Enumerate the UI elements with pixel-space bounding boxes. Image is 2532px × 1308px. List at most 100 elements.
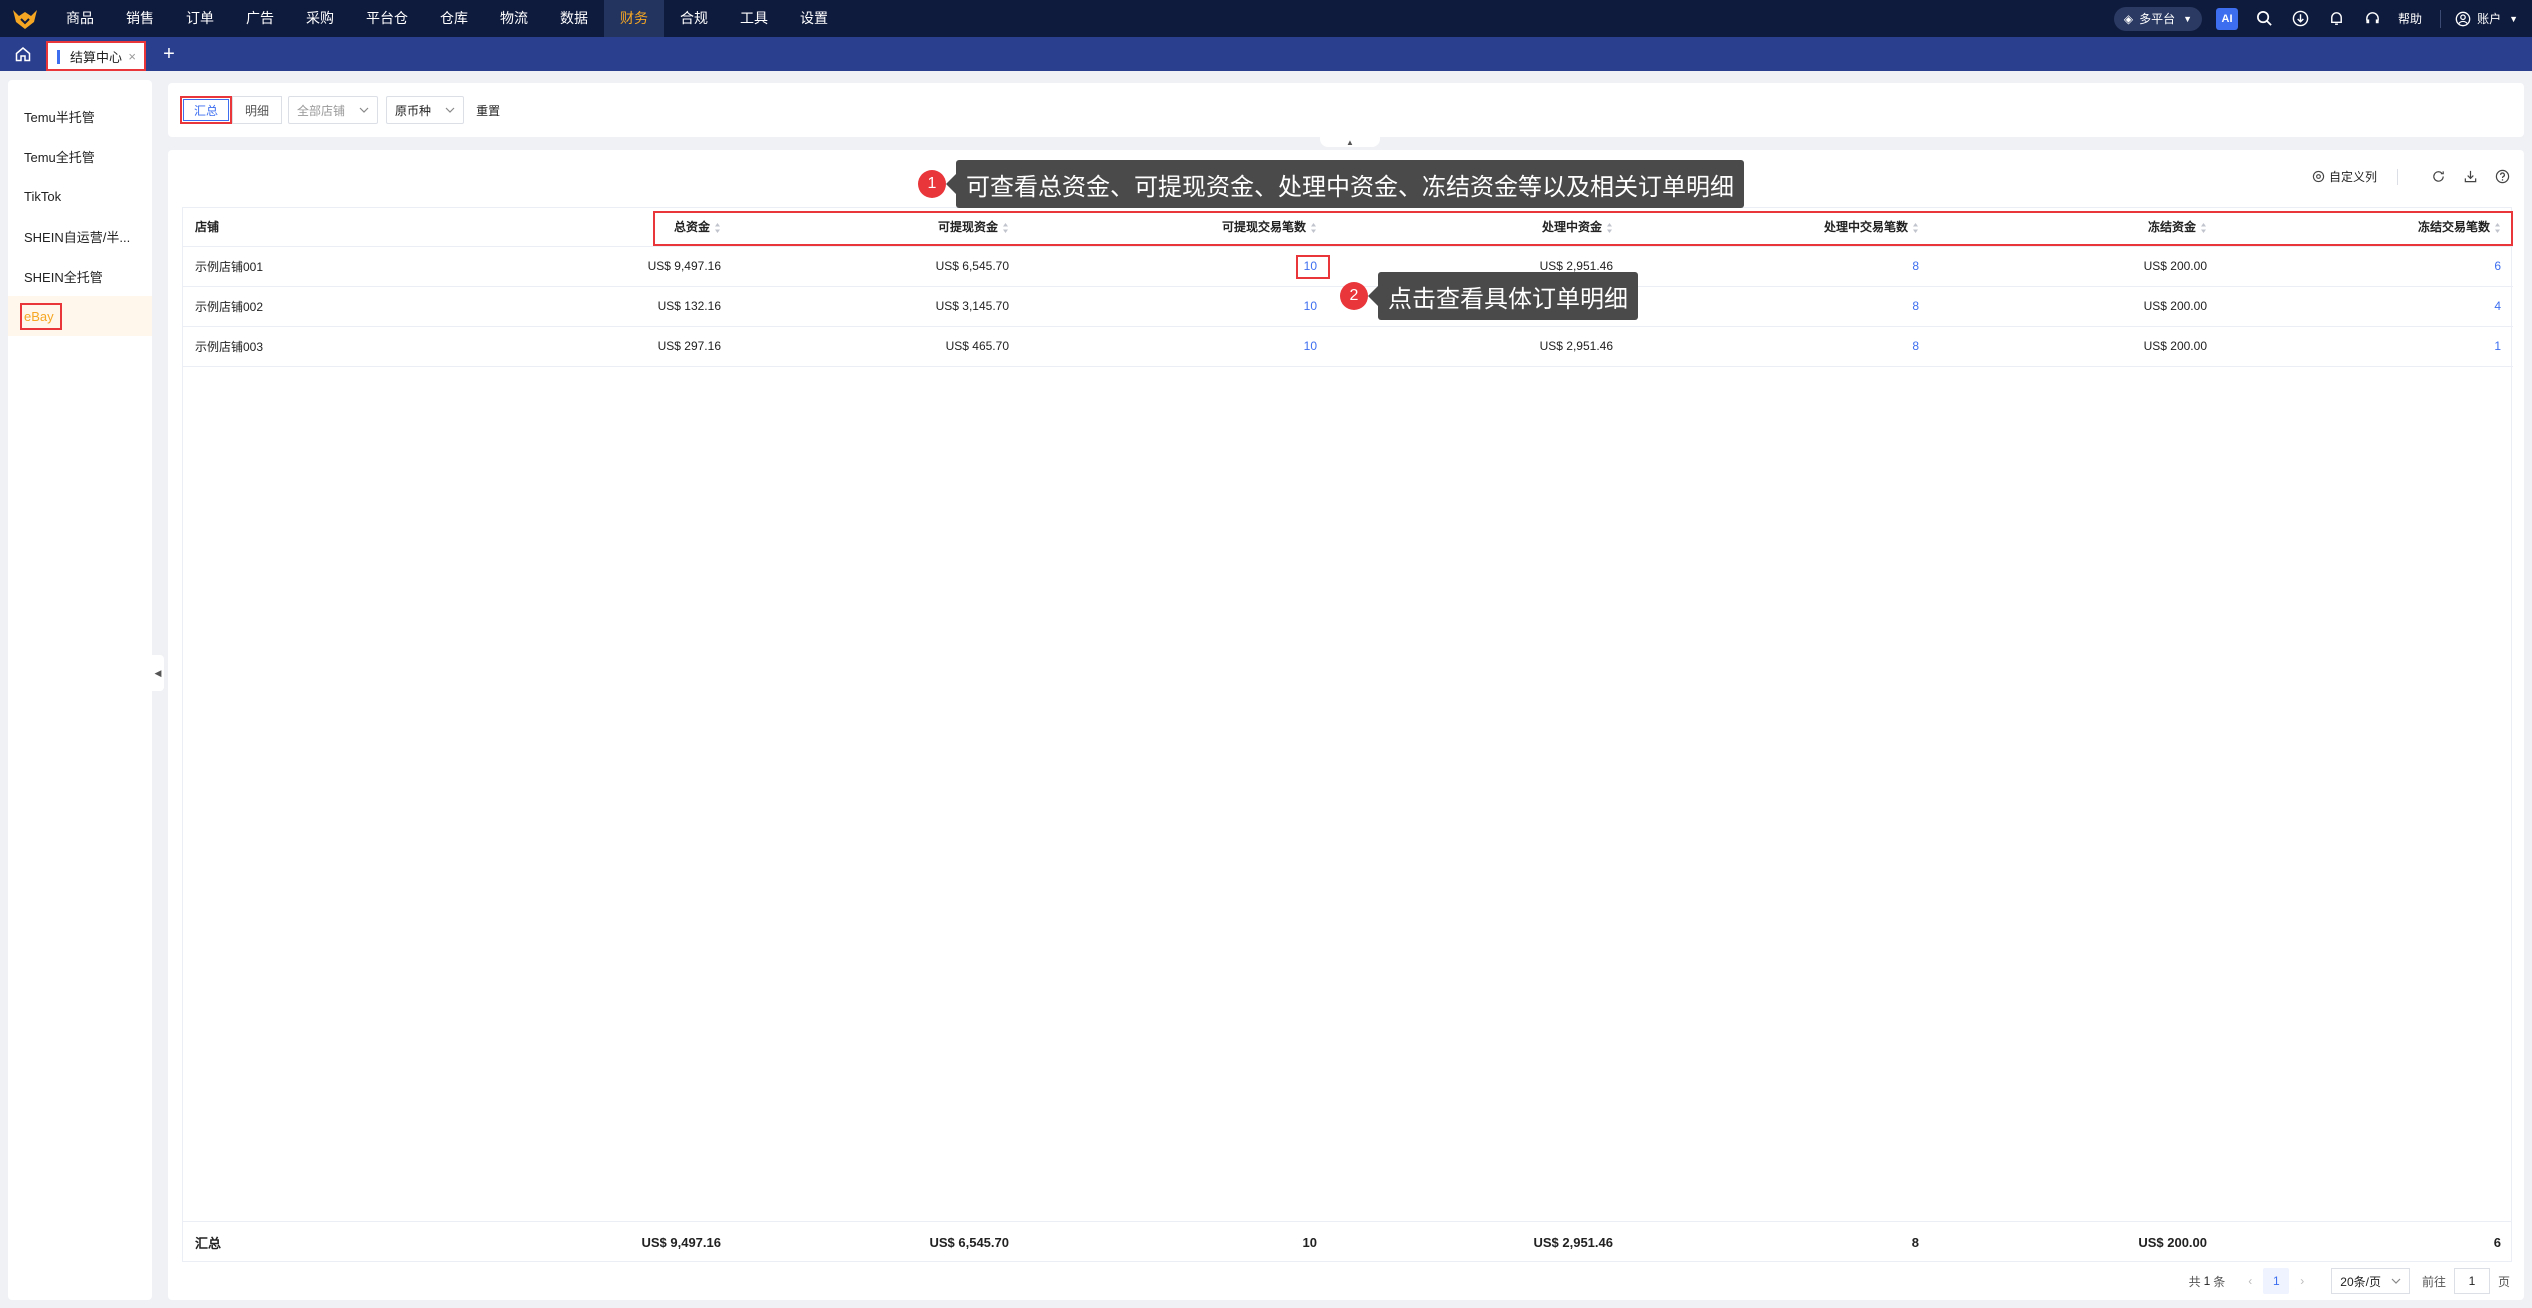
column-header-label: 可提现交易笔数: [1221, 220, 1306, 235]
summary-view-button[interactable]: 汇总: [180, 96, 233, 124]
table-cell: 示例店铺003: [183, 326, 433, 367]
table-toolbar: 自定义列: [2312, 168, 2510, 185]
sidebar-item[interactable]: SHEIN自运营/半...: [8, 216, 152, 256]
caret-down-icon: ▼: [2509, 13, 2518, 24]
transaction-count-link[interactable]: 10: [1021, 246, 1329, 287]
nav-item[interactable]: 工具: [724, 0, 784, 37]
transaction-count-link[interactable]: 8: [1625, 286, 1931, 327]
sidebar-collapse-handle[interactable]: ◀: [152, 655, 164, 691]
transaction-count-link[interactable]: 1: [2219, 326, 2513, 367]
close-icon[interactable]: ×: [128, 49, 136, 64]
home-tab[interactable]: [0, 37, 46, 71]
column-header[interactable]: 总资金: [433, 208, 733, 247]
help-link[interactable]: 帮助: [2398, 10, 2422, 27]
nav-item[interactable]: 商品: [50, 0, 110, 37]
sidebar-item-label: TikTok: [24, 188, 62, 204]
table-cell: 示例店铺002: [183, 286, 433, 327]
nav-item[interactable]: 数据: [544, 0, 604, 37]
sidebar-item[interactable]: eBay: [8, 296, 152, 336]
refresh-icon[interactable]: [2430, 169, 2446, 185]
nav-item[interactable]: 广告: [230, 0, 290, 37]
custom-columns-button[interactable]: 自定义列: [2312, 168, 2377, 185]
currency-select-value: 原币种: [395, 103, 432, 118]
sort-icon[interactable]: [1002, 222, 1009, 234]
transaction-count-link[interactable]: 8: [1625, 326, 1931, 367]
chevron-down-icon: [359, 107, 369, 113]
sidebar-item[interactable]: SHEIN全托管: [8, 256, 152, 296]
nav-item[interactable]: 财务: [604, 0, 664, 37]
sidebar-item-label: eBay: [20, 302, 62, 330]
sort-icon[interactable]: [2494, 222, 2501, 234]
page-size-select[interactable]: 20条/页: [2331, 1268, 2410, 1294]
sort-icon[interactable]: [1912, 222, 1919, 234]
goto-page-input[interactable]: 1: [2453, 1268, 2490, 1294]
column-header[interactable]: 处理中资金: [1329, 208, 1625, 247]
transaction-count-link[interactable]: 4: [2219, 286, 2513, 327]
transaction-count-link[interactable]: 6: [2219, 246, 2513, 287]
sidebar-item[interactable]: TikTok: [8, 176, 152, 216]
callout-1: 1 可查看总资金、可提现资金、处理中资金、冻结资金等以及相关订单明细: [918, 160, 1744, 208]
table-cell: US$ 6,545.70: [733, 246, 1021, 287]
ai-assistant-button[interactable]: AI: [2216, 7, 2239, 30]
sort-icon[interactable]: [2200, 222, 2207, 234]
column-header-label: 可提现资金: [937, 220, 998, 235]
table-cell: 示例店铺001: [183, 246, 433, 287]
column-header[interactable]: 可提现交易笔数: [1021, 208, 1329, 247]
total-count: 1: [2203, 1274, 2211, 1288]
transaction-count-link[interactable]: 10: [1021, 286, 1329, 327]
column-header[interactable]: 可提现资金: [733, 208, 1021, 247]
next-page-icon[interactable]: ›: [2289, 1268, 2315, 1294]
column-header[interactable]: 冻结资金: [1931, 208, 2219, 247]
table-cell: US$ 9,497.16: [433, 246, 733, 287]
transaction-count-link[interactable]: 8: [1625, 246, 1931, 287]
sort-icon[interactable]: [1606, 222, 1613, 234]
nav-item[interactable]: 合规: [664, 0, 724, 37]
column-header[interactable]: 处理中交易笔数: [1625, 208, 1931, 247]
sidebar-item-label: SHEIN全托管: [24, 269, 103, 285]
help-icon[interactable]: [2494, 169, 2510, 185]
pagination: 共 1 条 ‹ 1 › 20条/页 前往 1 页: [2189, 1266, 2510, 1296]
sort-icon[interactable]: [1310, 222, 1317, 234]
caret-up-icon: ▲: [1346, 137, 1354, 147]
column-header[interactable]: 冻结交易笔数: [2219, 208, 2513, 247]
platform-switch-button[interactable]: ◈ 多平台 ▼: [2113, 6, 2203, 31]
download-circle-icon[interactable]: [2290, 9, 2310, 29]
nav-item[interactable]: 设置: [784, 0, 844, 37]
store-select[interactable]: 全部店铺: [288, 96, 379, 124]
sidebar-item[interactable]: Temu全托管: [8, 136, 152, 176]
sidebar-item-label: SHEIN自运营/半...: [24, 229, 131, 245]
nav-item[interactable]: 平台仓: [350, 0, 424, 37]
logo-icon[interactable]: [0, 0, 50, 37]
page-number[interactable]: 1: [2263, 1268, 2290, 1294]
bell-icon[interactable]: [2326, 9, 2346, 29]
headset-icon[interactable]: [2362, 9, 2382, 29]
summary-cell: US$ 9,497.16: [641, 1234, 721, 1250]
export-download-icon[interactable]: [2462, 169, 2478, 185]
add-tab-button[interactable]: +: [146, 37, 192, 71]
nav-item[interactable]: 订单: [170, 0, 230, 37]
nav-item[interactable]: 仓库: [424, 0, 484, 37]
nav-item[interactable]: 物流: [484, 0, 544, 37]
reset-button[interactable]: 重置: [476, 102, 500, 119]
nav-item[interactable]: 销售: [110, 0, 170, 37]
sidebar-item-label: Temu全托管: [24, 149, 95, 165]
table-row: 示例店铺003 US$ 297.16 US$ 465.70 10 US$ 2,951.4…: [183, 326, 2513, 367]
sidebar-item[interactable]: Temu半托管: [8, 96, 152, 136]
search-icon[interactable]: [2254, 9, 2274, 29]
transaction-count-link[interactable]: 10: [1021, 326, 1329, 367]
sort-icon[interactable]: [714, 222, 721, 234]
detail-view-button[interactable]: 明细: [232, 96, 283, 124]
currency-select[interactable]: 原币种: [386, 96, 465, 124]
table-cell: US$ 2,951.46: [1329, 326, 1625, 367]
main-menu: 商品 销售 订单 广告 采购 平台仓 仓库 物流 数据 财务 合规 工具 设置: [50, 0, 844, 37]
tab-settlement-center[interactable]: 结算中心 ×: [46, 41, 146, 71]
nav-item[interactable]: 采购: [290, 0, 350, 37]
table-cell: US$ 3,145.70: [733, 286, 1021, 327]
column-header-label: 处理中资金: [1541, 220, 1602, 235]
account-menu[interactable]: 账户 ▼: [2455, 10, 2518, 27]
filter-collapse-toggle[interactable]: ▲: [1320, 137, 1380, 147]
table-header-row: 店铺 总资金 可提现资金 可提现交易笔数 处理中资金 处理中交易笔数 冻结资金 冻结交易笔数: [183, 208, 2513, 247]
view-switch: 汇总 明细: [180, 96, 283, 124]
main-panel: 自定义列 店铺 总资金 可提现资金 可提现交易笔数 处理中资金 处理中交易笔数 冻结资金 冻结…: [168, 150, 2524, 1300]
prev-page-icon[interactable]: ‹: [2237, 1268, 2263, 1294]
